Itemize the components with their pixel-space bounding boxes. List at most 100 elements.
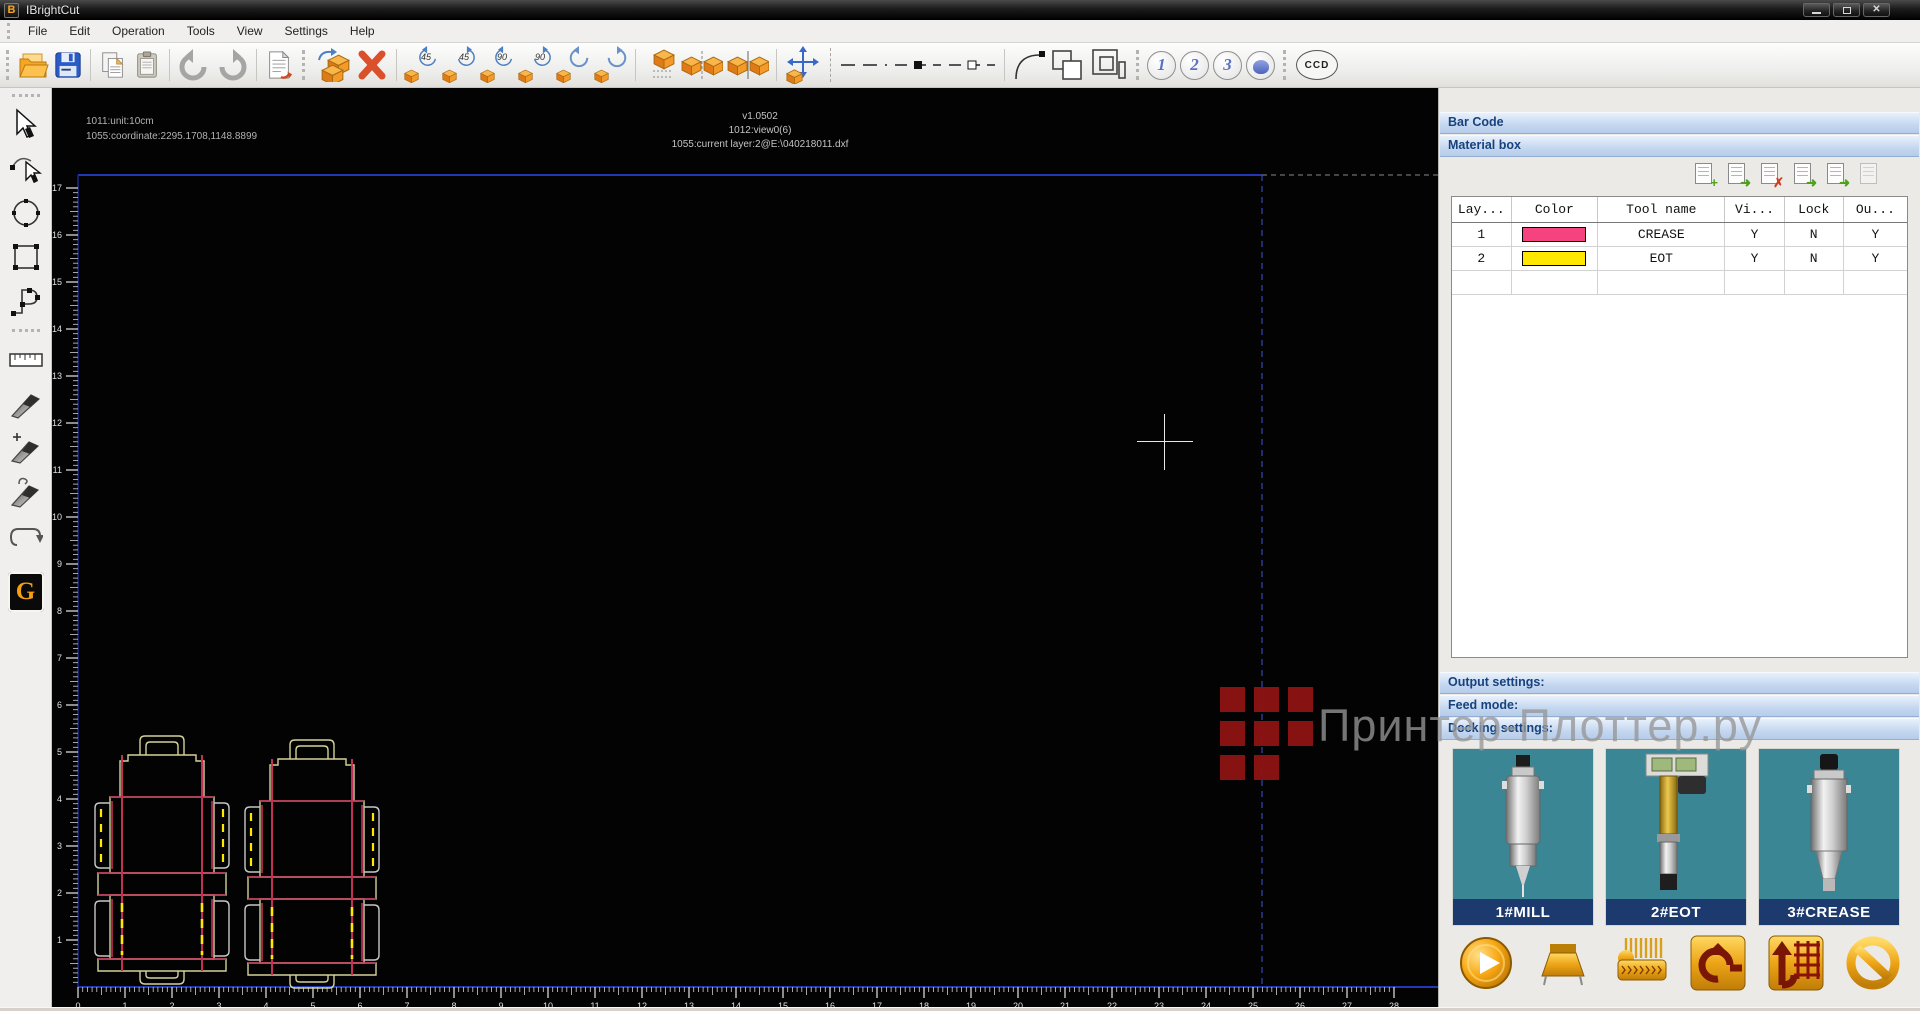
rotate-object-button[interactable] <box>311 45 353 85</box>
feed-material-button[interactable] <box>1534 934 1592 992</box>
layer-color-cell[interactable] <box>1511 222 1597 246</box>
stop-cancel-button[interactable] <box>1844 934 1902 992</box>
rotate-feed-button[interactable] <box>1689 934 1747 992</box>
layer-visible-flag[interactable]: Y <box>1725 246 1784 270</box>
drawing-canvas[interactable]: 0123456789101112131415161718192021222324… <box>52 88 1438 1011</box>
line-style-node-button[interactable] <box>891 45 945 85</box>
menu-tools[interactable]: Tools <box>176 21 226 41</box>
layer-lock-flag[interactable]: N <box>1784 246 1843 270</box>
undo-button[interactable] <box>175 45 213 85</box>
svg-text:17: 17 <box>52 183 62 193</box>
layer-lock-flag[interactable]: N <box>1784 222 1843 246</box>
view-all-button[interactable] <box>1246 51 1275 80</box>
paste-button[interactable] <box>130 45 164 85</box>
rotate-free-ccw-button[interactable] <box>554 45 592 85</box>
knife-tool[interactable] <box>5 382 47 426</box>
menu-view[interactable]: View <box>226 21 274 41</box>
redo-button[interactable] <box>213 45 251 85</box>
arc-icon <box>1012 49 1046 81</box>
rotate-90-cw-button[interactable]: 90 <box>516 45 554 85</box>
section-output-settings[interactable]: Output settings: <box>1440 672 1919 694</box>
path-tool[interactable] <box>5 279 47 323</box>
section-docking-settings[interactable]: Docking settings: <box>1440 718 1919 740</box>
select-tool[interactable] <box>5 103 47 147</box>
layer-row-1[interactable]: 1 CREASE Y N Y <box>1452 222 1907 246</box>
group-shapes-button[interactable] <box>1088 45 1130 85</box>
view-3-button[interactable]: 3 <box>1213 51 1242 80</box>
rotate-45-ccw-button[interactable]: 45 <box>402 45 440 85</box>
grid-align-button[interactable] <box>1767 934 1825 992</box>
copy-icon <box>98 50 128 80</box>
section-material-box[interactable]: Material box <box>1440 135 1919 157</box>
line-style-dash-button[interactable] <box>837 45 891 85</box>
color-swatch[interactable] <box>1522 251 1586 266</box>
minimize-button[interactable] <box>1803 3 1830 17</box>
import-layers-button[interactable]: ➜ <box>1792 162 1816 188</box>
save-button[interactable] <box>51 45 85 85</box>
window-title: IBrightCut <box>26 3 79 17</box>
svg-text:15: 15 <box>52 277 62 287</box>
fillet-arc-button[interactable] <box>1010 45 1048 85</box>
copy-button[interactable] <box>96 45 130 85</box>
brush-clean-button[interactable] <box>1612 934 1670 992</box>
section-feed-mode[interactable]: Feed mode: <box>1440 695 1919 717</box>
open-file-button[interactable] <box>15 45 51 85</box>
weld-shapes-button[interactable] <box>1048 45 1088 85</box>
output-report-button[interactable] <box>262 45 296 85</box>
menu-file[interactable]: File <box>17 21 58 41</box>
export-layers-button[interactable]: ➜ <box>1825 162 1849 188</box>
section-bar-code[interactable]: Bar Code <box>1440 112 1919 134</box>
menu-settings[interactable]: Settings <box>274 21 339 41</box>
toolbar-grip <box>1136 50 1139 80</box>
insert-layer-button[interactable]: ➜ <box>1726 162 1750 188</box>
knife-curve-tool[interactable] <box>5 470 47 514</box>
mirror-horizontal-button[interactable] <box>679 45 725 85</box>
rotate-45-cw-button[interactable]: 45 <box>440 45 478 85</box>
menu-help[interactable]: Help <box>339 21 386 41</box>
layer-tool-name[interactable]: CREASE <box>1598 222 1725 246</box>
tool-card-label: 1#MILL <box>1453 899 1593 925</box>
measure-tool[interactable] <box>5 338 47 382</box>
move-button[interactable] <box>782 45 824 85</box>
svg-text:11: 11 <box>53 465 62 475</box>
rectangle-tool[interactable] <box>5 235 47 279</box>
array-copy-button[interactable] <box>641 45 679 85</box>
layer-color-cell[interactable] <box>1511 246 1597 270</box>
view-1-button[interactable]: 1 <box>1147 51 1176 80</box>
layer-visible-flag[interactable]: Y <box>1725 222 1784 246</box>
mirror-vertical-button[interactable] <box>725 45 771 85</box>
layer-output-flag[interactable]: Y <box>1843 222 1907 246</box>
start-job-button[interactable] <box>1457 934 1515 992</box>
node-edit-tool[interactable] <box>5 147 47 191</box>
color-swatch[interactable] <box>1522 227 1586 242</box>
tool-card-eot[interactable]: 2#EOT <box>1605 748 1747 926</box>
rotate-free-cw-button[interactable] <box>592 45 630 85</box>
view-2-button[interactable]: 2 <box>1180 51 1209 80</box>
add-layer-button[interactable]: + <box>1693 162 1717 188</box>
overlap-squares-icon <box>1050 48 1086 82</box>
ccd-camera-button[interactable]: CCD <box>1296 50 1338 80</box>
layer-row-2[interactable]: 2 EOT Y N Y <box>1452 246 1907 270</box>
menu-operation[interactable]: Operation <box>101 21 176 41</box>
toolbar-grip <box>302 50 305 80</box>
delete-button[interactable] <box>353 45 391 85</box>
copy-layers-button[interactable] <box>1858 162 1882 188</box>
layer-tool-name[interactable]: EOT <box>1598 246 1725 270</box>
delete-layer-button[interactable]: ✗ <box>1759 162 1783 188</box>
layer-number[interactable]: 2 <box>1452 246 1511 270</box>
line-style-open-node-button[interactable] <box>945 45 999 85</box>
close-button[interactable]: ✕ <box>1863 3 1890 17</box>
restore-button[interactable] <box>1833 3 1860 17</box>
layer-output-flag[interactable]: Y <box>1843 246 1907 270</box>
layer-number[interactable]: 1 <box>1452 222 1511 246</box>
knife-add-tool[interactable] <box>5 426 47 470</box>
loop-tool[interactable] <box>5 514 47 558</box>
tool-card-mill[interactable]: 1#MILL <box>1452 748 1594 926</box>
tool-card-crease[interactable]: 3#CREASE <box>1758 748 1900 926</box>
arrow-icon: ➜ <box>1839 176 1850 189</box>
menu-edit[interactable]: Edit <box>58 21 101 41</box>
conveyor-icon <box>1534 938 1592 988</box>
circle-tool[interactable] <box>5 191 47 235</box>
dashed-line-icon <box>839 58 889 72</box>
rotate-90-ccw-button[interactable]: 90 <box>478 45 516 85</box>
